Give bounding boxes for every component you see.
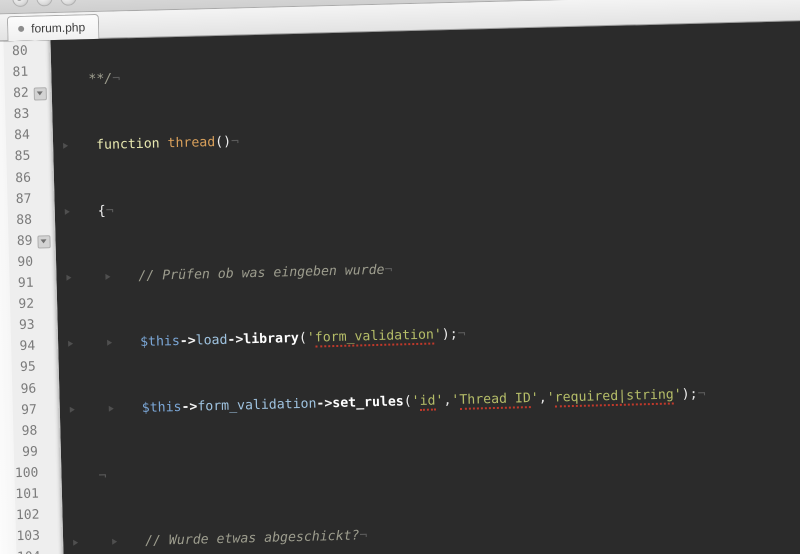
line-number: 103 bbox=[16, 528, 41, 545]
line-number: 86 bbox=[15, 170, 32, 186]
line-number: 93 bbox=[18, 317, 35, 334]
code-line-81: function thread()¬ bbox=[57, 116, 800, 157]
code-fold-icon[interactable] bbox=[33, 87, 47, 101]
tab-label: forum.php bbox=[30, 20, 86, 36]
line-number: 98 bbox=[21, 423, 38, 439]
line-number: 95 bbox=[19, 360, 36, 376]
line-number: 84 bbox=[14, 128, 31, 144]
code-line-82: {¬ bbox=[59, 182, 800, 223]
screenshot-stage: forum.php — Producer-Network forum.php 8… bbox=[0, 0, 800, 554]
line-number: 80 bbox=[11, 43, 28, 60]
line-number: 88 bbox=[16, 212, 33, 228]
code-line-84: $this->load->library('form_validation');… bbox=[62, 314, 800, 355]
tab-forum-php[interactable]: forum.php bbox=[6, 13, 100, 42]
code-line-87: // Wurde etwas abgeschickt?¬ bbox=[67, 512, 800, 553]
unsaved-changes-dot-icon bbox=[18, 25, 25, 32]
code-line-80: **/¬ bbox=[88, 71, 121, 88]
line-number: 83 bbox=[13, 106, 30, 123]
line-number: 99 bbox=[22, 444, 39, 460]
line-number: 82 bbox=[0, 82, 51, 105]
line-number: 96 bbox=[20, 381, 37, 397]
code-line-86: ¬ bbox=[98, 468, 107, 484]
line-number: 85 bbox=[14, 149, 31, 165]
code-content[interactable]: **/¬ function thread()¬ {¬ // Prüfen ob … bbox=[50, 20, 800, 554]
line-number: 100 bbox=[14, 465, 39, 482]
code-line-83: // Prüfen ob was eingeben wurde¬ bbox=[60, 248, 800, 289]
code-editor[interactable]: 80 81 82 83 84 85 86 87 88 89 90 91 92 9… bbox=[0, 19, 800, 554]
line-number: 101 bbox=[15, 486, 40, 503]
line-number: 89 bbox=[0, 230, 55, 253]
line-number: 87 bbox=[15, 191, 32, 207]
line-number: 97 bbox=[20, 402, 37, 418]
editor-window: forum.php — Producer-Network forum.php 8… bbox=[0, 0, 800, 554]
line-number: 81 bbox=[12, 64, 29, 81]
line-number: 91 bbox=[17, 275, 34, 292]
code-fold-icon[interactable] bbox=[37, 235, 51, 249]
line-number: 92 bbox=[18, 296, 35, 313]
line-number: 104 bbox=[0, 546, 63, 554]
line-number: 90 bbox=[17, 254, 34, 270]
line-number: 94 bbox=[19, 338, 36, 355]
code-line-85: $this->form_validation->set_rules('id','… bbox=[64, 380, 800, 421]
line-number: 102 bbox=[15, 507, 40, 524]
